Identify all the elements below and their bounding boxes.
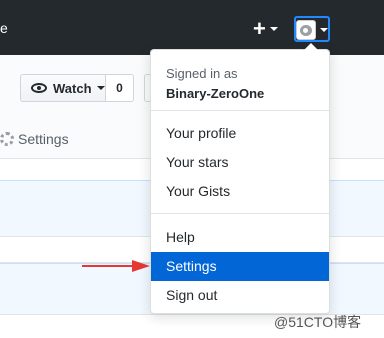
menu-item-your-gists[interactable]: Your Gists [151, 177, 329, 206]
watermark: @51CTO博客 [274, 314, 362, 330]
gear-icon [0, 132, 14, 146]
chevron-down-icon [269, 27, 278, 31]
user-menu-button[interactable] [294, 16, 332, 42]
red-arrow-annotation [82, 260, 150, 272]
watch-button[interactable]: Watch [20, 74, 106, 102]
watch-count[interactable]: 0 [106, 74, 134, 102]
signed-in-label: Signed in as [166, 66, 238, 81]
avatar [296, 20, 316, 40]
tab-settings-label: Settings [18, 131, 69, 147]
create-new-button[interactable]: + [253, 18, 285, 40]
plus-icon: + [253, 16, 266, 41]
menu-item-help[interactable]: Help [151, 223, 329, 252]
menu-divider [151, 213, 329, 214]
user-dropdown-menu: Signed in as Binary-ZeroOne Your profile… [150, 42, 330, 314]
top-navbar: e + [0, 0, 384, 55]
menu-item-your-stars[interactable]: Your stars [151, 148, 329, 177]
menu-item-your-profile[interactable]: Your profile [151, 119, 329, 148]
tab-settings[interactable]: Settings [0, 131, 69, 147]
signed-in-username: Binary-ZeroOne [166, 86, 265, 101]
menu-item-sign-out[interactable]: Sign out [151, 281, 329, 310]
chevron-down-icon [96, 86, 105, 90]
menu-divider [151, 110, 329, 111]
topbar-text-fragment: e [0, 20, 8, 36]
signed-in-header: Signed in as Binary-ZeroOne [166, 64, 264, 104]
eye-icon [31, 83, 47, 93]
menu-item-settings[interactable]: Settings [151, 252, 329, 281]
watch-label: Watch [53, 80, 92, 96]
